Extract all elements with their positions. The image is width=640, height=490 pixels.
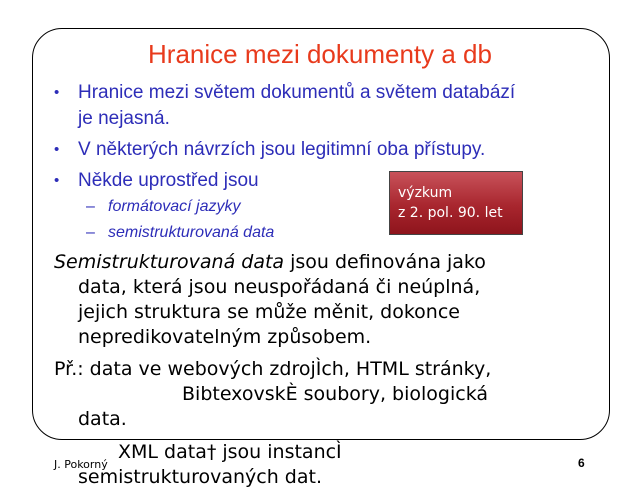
xml-line: semistrukturovaných dat. bbox=[78, 466, 322, 488]
xml-line: XML data† jsou instancÌ bbox=[118, 441, 342, 463]
definition-line: jejich struktura se může měnit, dokonce bbox=[78, 301, 460, 323]
bullet-item-2: • V některých návrzích jsou legitimní ob… bbox=[54, 137, 485, 163]
sub-bullet-2: – semistrukturovaná data bbox=[86, 222, 274, 244]
bullet-dot-icon: • bbox=[54, 141, 60, 158]
example-line: data. bbox=[78, 408, 127, 430]
example-paragraph: Př.: data ve webových zdrojÌch, HTML str… bbox=[54, 357, 574, 432]
callout-line: z 2. pol. 90. let bbox=[398, 205, 503, 221]
definition-paragraph: Semistrukturovaná data jsou definována j… bbox=[54, 250, 574, 350]
definition-term: Semistrukturovaná data bbox=[54, 251, 285, 273]
xml-paragraph: XML data† jsou instancÌ semistrukturovan… bbox=[78, 440, 342, 490]
bullet-line: V některých návrzích jsou legitimní oba … bbox=[78, 139, 486, 160]
footer-author: J. Pokorný bbox=[54, 458, 108, 471]
slide-title: Hranice mezi dokumenty a db bbox=[148, 39, 492, 69]
definition-first-line: Semistrukturovaná data jsou definována j… bbox=[54, 250, 574, 275]
research-callout: výzkum z 2. pol. 90. let bbox=[389, 171, 523, 235]
bullet-line: je nejasná. bbox=[78, 108, 170, 129]
callout-line: výzkum bbox=[398, 185, 453, 201]
sub-bullet-text: semistrukturovaná data bbox=[108, 224, 275, 241]
bullet-item-3: • Někde uprostřed jsou bbox=[54, 168, 259, 194]
bullet-line: Hranice mezi světem dokumentů a světem d… bbox=[78, 82, 516, 103]
bullet-item-1: • Hranice mezi světem dokumentů a světem… bbox=[54, 80, 515, 132]
dash-icon: – bbox=[86, 198, 95, 215]
definition-rest: jsou definována jako bbox=[284, 251, 486, 273]
bullet-dot-icon: • bbox=[54, 84, 60, 101]
example-line: BibtexovskÈ soubory, biologická bbox=[182, 383, 489, 405]
page-number: 6 bbox=[578, 456, 585, 470]
dash-icon: – bbox=[86, 224, 95, 241]
definition-line: nepredikovatelným způsobem. bbox=[78, 326, 372, 348]
sub-bullet-text: formátovací jazyky bbox=[108, 198, 241, 215]
sub-bullet-1: – formátovací jazyky bbox=[86, 196, 240, 218]
bullet-line: Někde uprostřed jsou bbox=[78, 170, 259, 191]
bullet-dot-icon: • bbox=[54, 172, 60, 189]
definition-line: data, která jsou neuspořádaná či neúplná… bbox=[78, 276, 481, 298]
example-line: Př.: data ve webových zdrojÌch, HTML str… bbox=[54, 358, 492, 380]
